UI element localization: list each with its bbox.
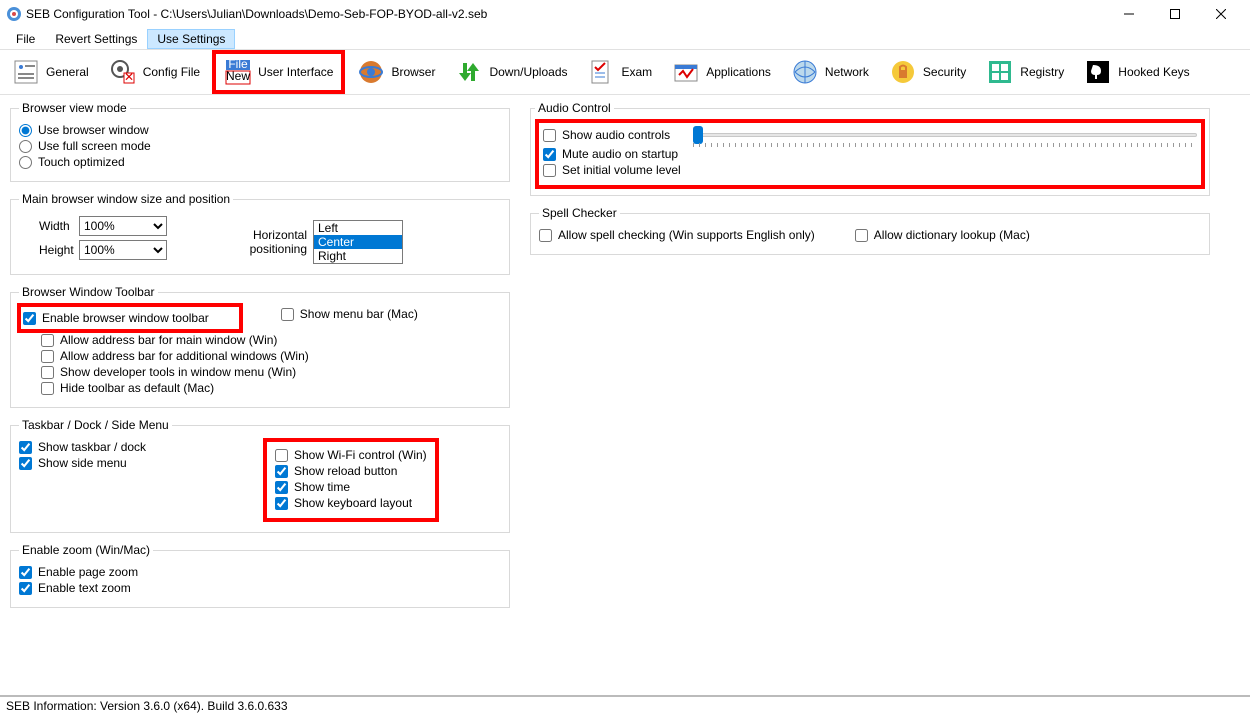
legend: Taskbar / Dock / Side Menu [19, 418, 172, 432]
radio-use-browser-window[interactable]: Use browser window [19, 123, 149, 137]
group-browser-view-mode: Browser view mode Use browser window Use… [10, 101, 510, 182]
group-taskbar-dock-side-menu: Taskbar / Dock / Side Menu Show taskbar … [10, 418, 510, 533]
option-right[interactable]: Right [314, 249, 402, 263]
check-show-keyboard-layout[interactable]: Show keyboard layout [275, 496, 412, 510]
label-horizontal-positioning: Horizontal positioning [197, 228, 307, 256]
tab-label: Config File [143, 65, 200, 79]
check-enable-page-zoom[interactable]: Enable page zoom [19, 565, 138, 579]
network-icon [791, 58, 819, 86]
general-icon [12, 58, 40, 86]
check-show-wifi-control[interactable]: Show Wi-Fi control (Win) [275, 448, 427, 462]
legend: Enable zoom (Win/Mac) [19, 543, 153, 557]
tab-general[interactable]: General [4, 52, 97, 92]
status-text: SEB Information: Version 3.6.0 (x64). Bu… [6, 699, 288, 713]
legend: Spell Checker [539, 206, 620, 220]
tab-security[interactable]: Security [881, 52, 974, 92]
browser-icon [357, 58, 385, 86]
status-bar: SEB Information: Version 3.6.0 (x64). Bu… [0, 695, 1250, 715]
check-show-reload-button[interactable]: Show reload button [275, 464, 397, 478]
check-show-side-menu[interactable]: Show side menu [19, 456, 127, 470]
group-spell-checker: Spell Checker Allow spell checking (Win … [530, 206, 1210, 255]
check-show-developer-tools[interactable]: Show developer tools in window menu (Win… [41, 365, 296, 379]
check-allow-address-bar-additional[interactable]: Allow address bar for additional windows… [41, 349, 309, 363]
tab-applications[interactable]: Applications [664, 52, 779, 92]
check-set-initial-volume[interactable]: Set initial volume level [543, 163, 681, 177]
tab-label: Network [825, 65, 869, 79]
legend: Browser Window Toolbar [19, 285, 158, 299]
label-height: Height [19, 243, 79, 257]
legend: Audio Control [535, 101, 614, 115]
menu-bar: File Revert Settings Use Settings [0, 28, 1250, 50]
tab-config-file[interactable]: ✕ Config File [101, 52, 208, 92]
svg-text:New: New [226, 69, 250, 83]
radio-use-full-screen[interactable]: Use full screen mode [19, 139, 151, 153]
tab-label: Down/Uploads [489, 65, 567, 79]
check-hide-toolbar-default[interactable]: Hide toolbar as default (Mac) [41, 381, 214, 395]
listbox-horizontal-positioning[interactable]: Left Center Right [313, 220, 403, 264]
config-file-icon: ✕ [109, 58, 137, 86]
maximize-button[interactable] [1152, 0, 1198, 28]
tab-hooked-keys[interactable]: Hooked Keys [1076, 52, 1197, 92]
menu-use-settings[interactable]: Use Settings [147, 29, 235, 49]
menu-file[interactable]: File [6, 29, 45, 49]
legend: Main browser window size and position [19, 192, 233, 206]
tab-user-interface[interactable]: FileNew User Interface [212, 50, 345, 94]
check-show-taskbar-dock[interactable]: Show taskbar / dock [19, 440, 146, 454]
menu-revert-settings[interactable]: Revert Settings [45, 29, 147, 49]
minimize-button[interactable] [1106, 0, 1152, 28]
tab-label: Exam [622, 65, 653, 79]
tab-browser[interactable]: Browser [349, 52, 443, 92]
option-center[interactable]: Center [314, 235, 402, 249]
group-enable-zoom: Enable zoom (Win/Mac) Enable page zoom E… [10, 543, 510, 608]
radio-touch-optimized[interactable]: Touch optimized [19, 155, 125, 169]
tab-label: Registry [1020, 65, 1064, 79]
title-bar: SEB Configuration Tool - C:\Users\Julian… [0, 0, 1250, 28]
check-allow-spell-checking[interactable]: Allow spell checking (Win supports Engli… [539, 228, 815, 242]
check-allow-dictionary-lookup[interactable]: Allow dictionary lookup (Mac) [855, 228, 1030, 242]
tab-network[interactable]: Network [783, 52, 877, 92]
applications-icon [672, 58, 700, 86]
check-enable-browser-window-toolbar[interactable]: Enable browser window toolbar [23, 311, 209, 325]
tab-label: User Interface [258, 65, 333, 79]
check-show-time[interactable]: Show time [275, 480, 350, 494]
tab-exam[interactable]: Exam [580, 52, 661, 92]
group-main-browser-window: Main browser window size and position Wi… [10, 192, 510, 275]
slider-volume[interactable] [693, 125, 1197, 145]
tab-label: Applications [706, 65, 771, 79]
toolbar-tabs: General ✕ Config File FileNew User Inter… [0, 50, 1250, 95]
app-icon [6, 6, 22, 22]
exam-icon [588, 58, 616, 86]
registry-icon [986, 58, 1014, 86]
select-height[interactable]: 100% [79, 240, 167, 260]
tab-down-uploads[interactable]: Down/Uploads [447, 52, 575, 92]
select-width[interactable]: 100% [79, 216, 167, 236]
down-uploads-icon [455, 58, 483, 86]
legend: Browser view mode [19, 101, 130, 115]
option-left[interactable]: Left [314, 221, 402, 235]
check-mute-audio-startup[interactable]: Mute audio on startup [543, 147, 678, 161]
tab-registry[interactable]: Registry [978, 52, 1072, 92]
close-button[interactable] [1198, 0, 1244, 28]
check-allow-address-bar-main[interactable]: Allow address bar for main window (Win) [41, 333, 277, 347]
check-show-audio-controls[interactable]: Show audio controls [543, 128, 670, 142]
check-enable-text-zoom[interactable]: Enable text zoom [19, 581, 131, 595]
hooked-keys-icon [1084, 58, 1112, 86]
tab-label: Browser [391, 65, 435, 79]
security-icon [889, 58, 917, 86]
group-browser-window-toolbar: Browser Window Toolbar Enable browser wi… [10, 285, 510, 408]
tab-label: General [46, 65, 89, 79]
label-width: Width [19, 219, 79, 233]
group-audio-control: Audio Control Show audio controls Mute a… [530, 101, 1210, 196]
svg-text:✕: ✕ [124, 70, 134, 84]
tab-label: Security [923, 65, 966, 79]
window-title: SEB Configuration Tool - C:\Users\Julian… [26, 7, 1106, 21]
check-show-menu-bar[interactable]: Show menu bar (Mac) [281, 307, 418, 321]
user-interface-icon: FileNew [224, 58, 252, 86]
tab-label: Hooked Keys [1118, 65, 1189, 79]
